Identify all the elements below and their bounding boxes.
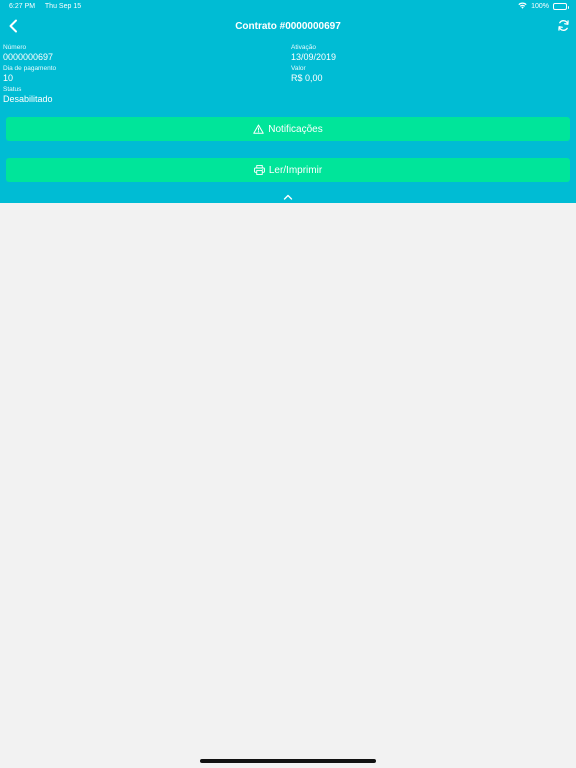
field-numero-label: Número (3, 44, 27, 51)
contract-header: 6:27 PM Thu Sep 15 100% Contrato #000000… (0, 0, 576, 203)
notifications-button-label: Notificações (268, 123, 323, 135)
field-dia-pagamento: Dia de pagamento 10 (3, 65, 56, 83)
notifications-button[interactable]: Notificações (6, 117, 570, 141)
status-bar: 6:27 PM Thu Sep 15 100% (0, 0, 576, 14)
field-valor-value: R$ 0,00 (291, 73, 323, 83)
field-numero: Número 0000000697 (3, 44, 53, 62)
print-button-label: Ler/Imprimir (268, 164, 323, 176)
page-title: Contrato #0000000697 (235, 21, 341, 32)
field-numero-value: 0000000697 (3, 52, 54, 62)
refresh-icon (557, 19, 570, 37)
field-dia-pagamento-value: 10 (3, 73, 14, 83)
home-indicator[interactable] (200, 759, 376, 763)
field-status-label: Status (3, 86, 22, 93)
refresh-button[interactable] (553, 18, 573, 38)
printer-icon (253, 165, 265, 175)
field-valor: Valor R$ 0,00 (291, 65, 323, 83)
field-valor-label: Valor (291, 65, 306, 72)
battery-icon (553, 3, 569, 10)
field-ativacao: Ativação 13/09/2019 (291, 44, 336, 62)
field-status: Status Desabilitado (3, 86, 53, 104)
status-time-date: 6:27 PM Thu Sep 15 (9, 3, 89, 10)
warning-icon (253, 124, 265, 134)
content-area (0, 203, 576, 768)
collapse-header-button[interactable] (278, 190, 298, 202)
wifi-icon (518, 2, 527, 11)
field-ativacao-label: Ativação (291, 44, 316, 51)
status-indicators: 100% (518, 2, 569, 11)
print-button[interactable]: Ler/Imprimir (6, 158, 570, 182)
field-dia-pagamento-label: Dia de pagamento (3, 65, 57, 72)
navigation-bar: Contrato #0000000697 (0, 14, 576, 42)
status-date: Thu Sep 15 (44, 3, 82, 10)
battery-percent: 100% (531, 3, 549, 10)
status-time: 6:27 PM (9, 3, 36, 10)
field-status-value: Desabilitado (3, 94, 53, 104)
field-ativacao-value: 13/09/2019 (291, 52, 337, 62)
